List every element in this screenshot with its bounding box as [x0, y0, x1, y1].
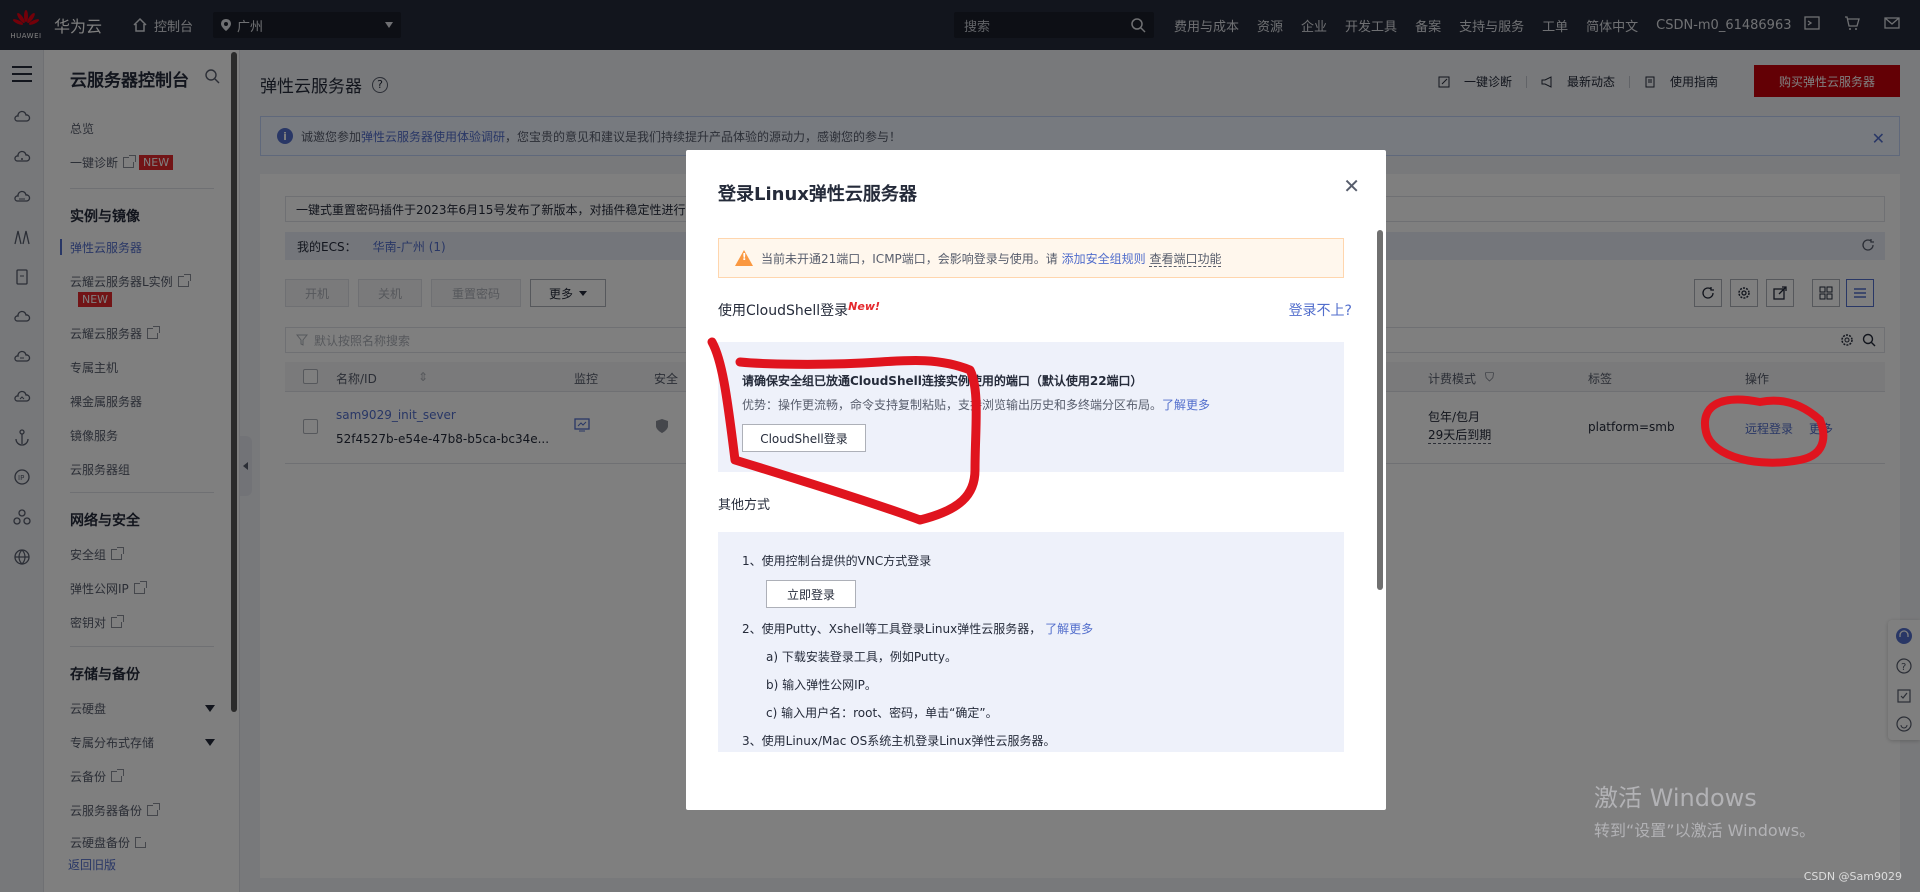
new-badge: New! — [848, 300, 881, 313]
advantages-text: 优势：操作更流畅，命令支持复制粘贴，支持浏览输出历史和多终端分区布局。 — [742, 398, 1163, 412]
method-vnc: 1、使用控制台提供的VNC方式登录 — [742, 554, 932, 568]
login-now-button[interactable]: 立即登录 — [766, 580, 856, 608]
method-putty: 2、使用Putty、Xshell等工具登录Linux弹性云服务器， 了解更多 — [742, 620, 1093, 637]
watermark-line-2: 转到“设置”以激活 Windows。 — [1594, 821, 1816, 840]
watermark-line-1: 激活 Windows — [1594, 784, 1757, 812]
other-methods-title: 其他方式 — [718, 498, 771, 513]
dialog-title: 登录Linux弹性云服务器 — [718, 184, 917, 205]
warning-icon — [735, 250, 753, 266]
port-warning: 当前未开通21端口，ICMP端口，会影响登录与使用。请 添加安全组规则 查看端口… — [718, 238, 1344, 278]
method-putty-text: 2、使用Putty、Xshell等工具登录Linux弹性云服务器， — [742, 622, 1042, 636]
view-port-function-link[interactable]: 查看端口功能 — [1149, 251, 1222, 267]
learn-more-link[interactable]: 了解更多 — [1162, 398, 1210, 412]
windows-activation-watermark: 激活 Windows 转到“设置”以激活 Windows。 — [1594, 778, 1815, 841]
add-security-rule-link[interactable]: 添加安全组规则 — [1062, 252, 1146, 266]
cloudshell-box: 请确保安全组已放通CloudShell连接实例使用的端口（默认使用22端口） 优… — [718, 342, 1344, 472]
method-putty-step-a: a) 下载安装登录工具，例如Putty。 — [766, 650, 957, 664]
dialog-scrollbar[interactable] — [1377, 230, 1383, 590]
cloudshell-advantages: 优势：操作更流畅，命令支持复制粘贴，支持浏览输出历史和多终端分区布局。了解更多 — [742, 396, 1210, 413]
cloudshell-title-text: 使用CloudShell登录 — [718, 303, 849, 319]
cloudshell-login-button[interactable]: CloudShell登录 — [742, 424, 866, 452]
warning-text: 当前未开通21端口，ICMP端口，会影响登录与使用。请 添加安全组规则 查看端口… — [761, 250, 1222, 267]
cloudshell-requirement: 请确保安全组已放通CloudShell连接实例使用的端口（默认使用22端口） — [742, 374, 1143, 388]
method-putty-step-b: b) 输入弹性公网IP。 — [766, 678, 877, 692]
cant-login-link[interactable]: 登录不上? — [1289, 300, 1352, 320]
close-icon[interactable]: ✕ — [1343, 174, 1360, 198]
cloudshell-section-title: 使用CloudShell登录New! — [718, 300, 880, 320]
method-putty-step-c: c) 输入用户名：root、密码，单击“确定”。 — [766, 706, 998, 720]
other-methods-box: 1、使用控制台提供的VNC方式登录 立即登录 2、使用Putty、Xshell等… — [718, 532, 1344, 752]
csdn-credit: CSDN @Sam9029 — [1803, 870, 1902, 883]
method-linux-mac: 3、使用Linux/Mac OS系统主机登录Linux弹性云服务器。 — [742, 734, 1056, 748]
learn-more-link[interactable]: 了解更多 — [1045, 622, 1093, 636]
linux-login-dialog: 登录Linux弹性云服务器 ✕ 当前未开通21端口，ICMP端口，会影响登录与使… — [686, 150, 1386, 810]
warning-message: 当前未开通21端口，ICMP端口，会影响登录与使用。请 — [761, 251, 1058, 266]
